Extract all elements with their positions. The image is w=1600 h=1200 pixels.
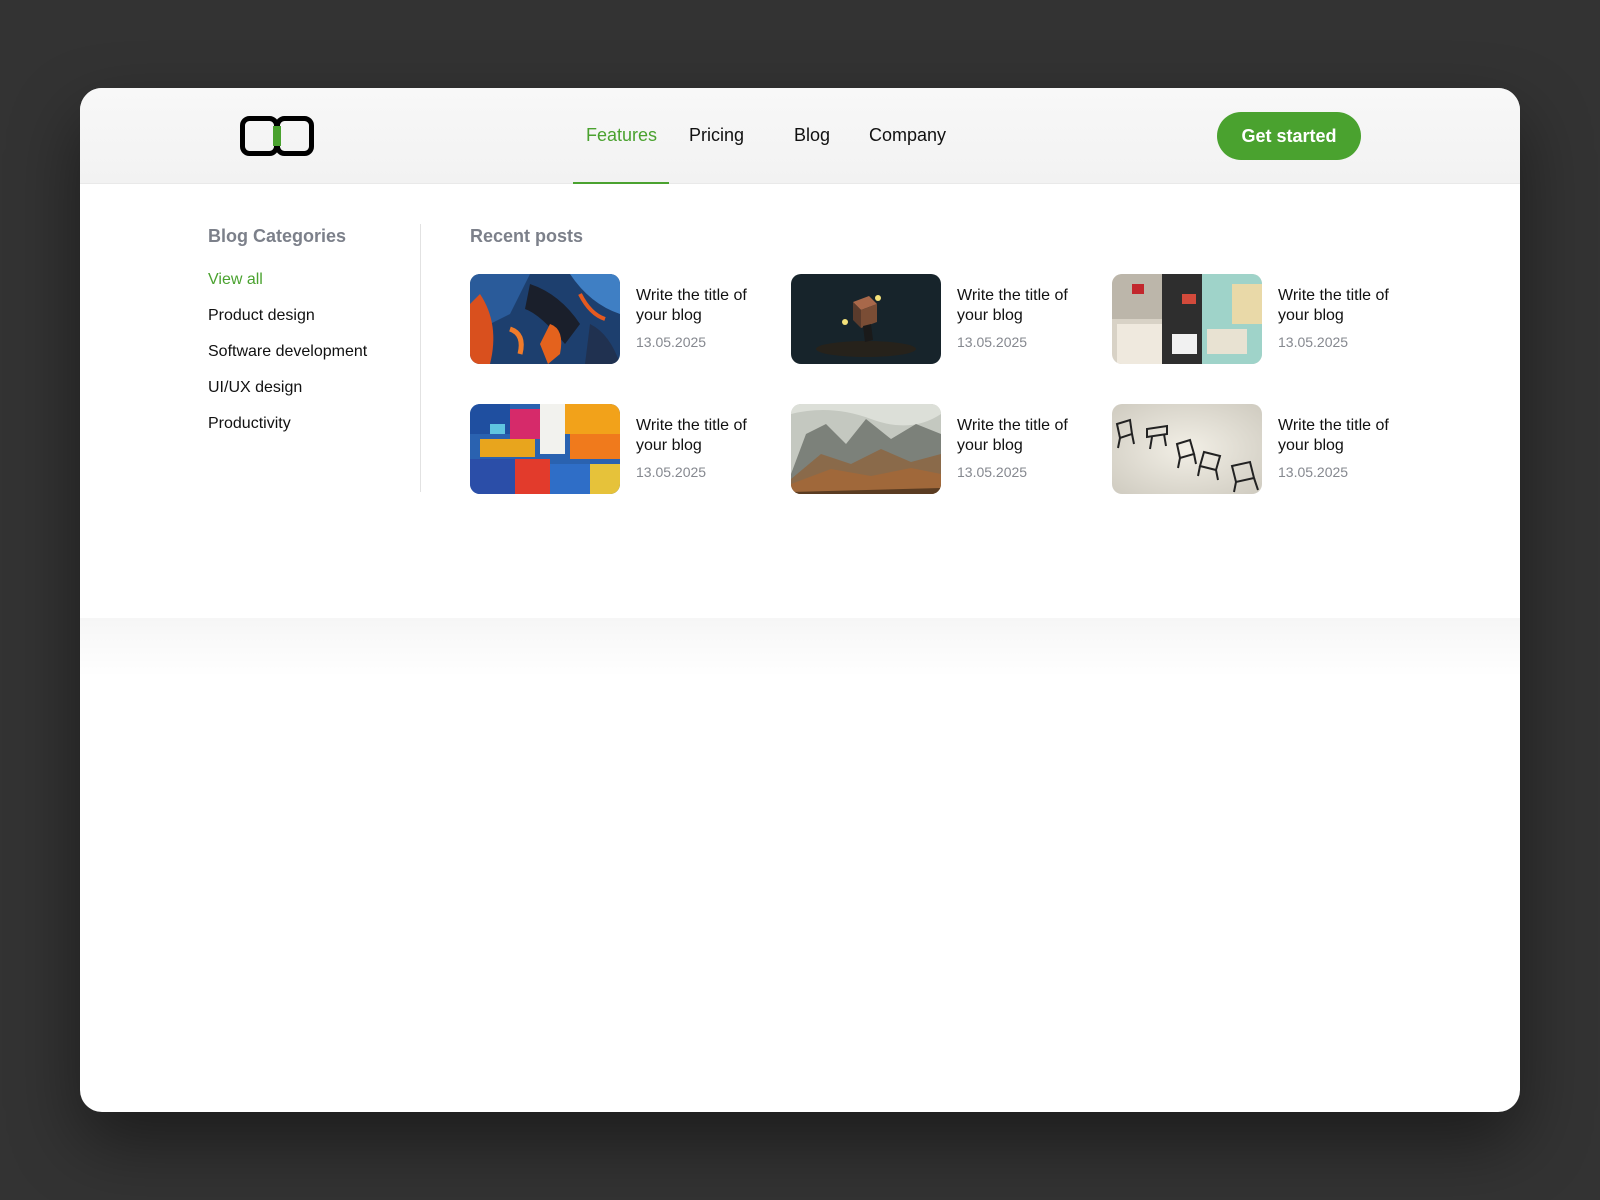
get-started-button[interactable]: Get started <box>1217 112 1361 160</box>
post-date: 13.05.2025 <box>636 334 707 350</box>
recent-posts-heading: Recent posts <box>470 226 584 246</box>
top-navbar: Features Pricing Blog Company Get starte… <box>80 88 1520 184</box>
browser-window: Features Pricing Blog Company Get starte… <box>80 88 1520 1112</box>
post-date: 13.05.2025 <box>957 464 1028 480</box>
post-thumbnail <box>1112 404 1262 494</box>
post-card[interactable]: Write the title of your blog 13.05.2025 <box>470 274 770 364</box>
column-divider <box>420 224 421 492</box>
category-product-design[interactable]: Product design <box>208 306 367 342</box>
category-list: View all Product design Software develop… <box>208 270 367 450</box>
category-ui-ux-design[interactable]: UI/UX design <box>208 378 367 414</box>
nav-link-features[interactable]: Features <box>586 124 657 146</box>
post-card[interactable]: Write the title of your blog 13.05.2025 <box>791 274 1091 364</box>
blog-categories-heading: Blog Categories <box>208 226 347 246</box>
nav-link-company[interactable]: Company <box>869 124 946 146</box>
category-view-all[interactable]: View all <box>208 270 367 306</box>
category-software-development[interactable]: Software development <box>208 342 367 378</box>
post-card[interactable]: Write the title of your blog 13.05.2025 <box>470 404 770 494</box>
post-thumbnail <box>470 274 620 364</box>
dropdown-shadow <box>80 618 1520 678</box>
post-thumbnail <box>1112 274 1262 364</box>
post-title[interactable]: Write the title of your blog <box>636 286 776 326</box>
category-productivity[interactable]: Productivity <box>208 414 367 450</box>
post-card[interactable]: Write the title of your blog 13.05.2025 <box>791 404 1091 494</box>
post-card[interactable]: Write the title of your blog 13.05.2025 <box>1112 274 1412 364</box>
post-title[interactable]: Write the title of your blog <box>1278 286 1418 326</box>
features-dropdown-menu: Blog Categories View all Product design … <box>80 184 1520 618</box>
post-thumbnail <box>791 404 941 494</box>
post-date: 13.05.2025 <box>957 334 1028 350</box>
post-thumbnail <box>470 404 620 494</box>
nav-link-pricing[interactable]: Pricing <box>689 124 744 146</box>
post-title[interactable]: Write the title of your blog <box>636 416 776 456</box>
post-date: 13.05.2025 <box>636 464 707 480</box>
post-date: 13.05.2025 <box>1278 334 1349 350</box>
post-title[interactable]: Write the title of your blog <box>1278 416 1418 456</box>
post-card[interactable]: Write the title of your blog 13.05.2025 <box>1112 404 1412 494</box>
nav-link-blog[interactable]: Blog <box>794 124 830 146</box>
post-title[interactable]: Write the title of your blog <box>957 286 1097 326</box>
brand-logo[interactable] <box>240 116 314 156</box>
brand-logo-icon <box>240 116 314 156</box>
post-thumbnail <box>791 274 941 364</box>
post-title[interactable]: Write the title of your blog <box>957 416 1097 456</box>
post-date: 13.05.2025 <box>1278 464 1349 480</box>
